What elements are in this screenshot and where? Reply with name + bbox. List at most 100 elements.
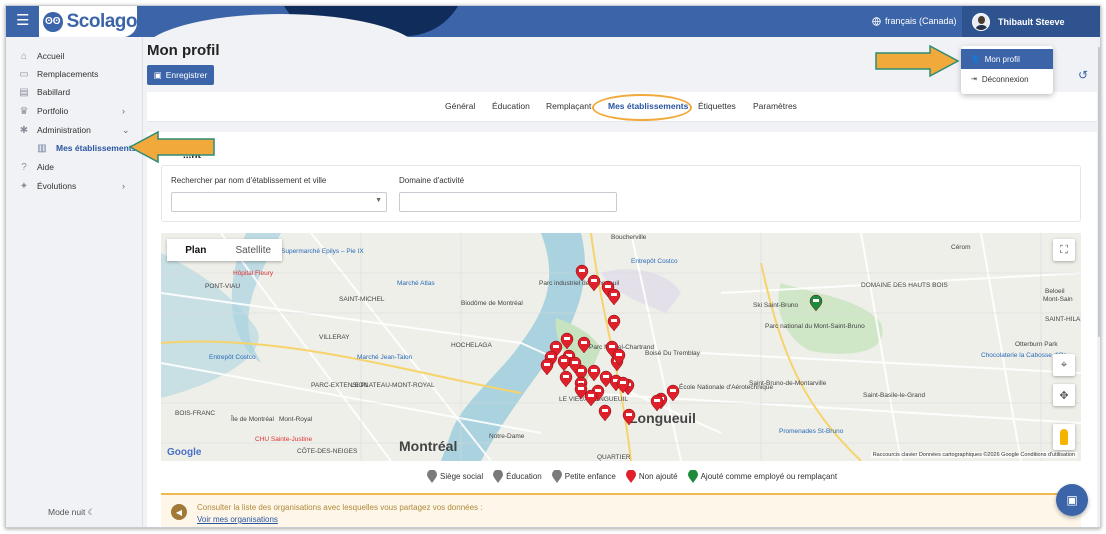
sidebar-item-1[interactable]: ⌂ Accueil [6, 47, 143, 65]
map-pin-red[interactable] [587, 274, 601, 292]
map-pin-icon [625, 470, 636, 483]
map-pin-red[interactable] [540, 358, 554, 376]
language-label: français (Canada) [885, 16, 957, 26]
map-pin-red[interactable] [598, 404, 612, 422]
main-content: ...nt Rechercher par nom d'établissement… [147, 132, 1097, 527]
map-pin-red[interactable] [559, 370, 573, 388]
sidebar-item-8[interactable]: ✦ Évolutions › [6, 177, 143, 195]
tab-3[interactable]: Remplaçant [546, 101, 591, 111]
photo-icon: ▭ [19, 68, 29, 80]
legend-item: Éducation [493, 470, 542, 483]
user-menu-item-1[interactable]: 👤 Mon profil [961, 49, 1053, 69]
user-dropdown: 👤 Mon profil ⇥ Déconnexion [961, 46, 1053, 94]
map-pin-icon [551, 470, 562, 483]
menu-icon[interactable]: ☰ [16, 13, 32, 29]
map[interactable]: Boucherville Entrepôt Costco Supermarché E… [161, 233, 1081, 461]
map-attribution[interactable]: Raccourcis clavier Données cartographiqu… [870, 452, 1077, 458]
pan-control-icon[interactable]: ✥ [1053, 384, 1075, 406]
search-label: Rechercher par nom d'établissement et vi… [171, 176, 327, 185]
map-pin-green[interactable] [809, 294, 823, 312]
sidebar-item-label: Remplacements [37, 69, 99, 79]
logo[interactable]: ʘʘ Scolago [39, 6, 138, 37]
sidebar-item-4[interactable]: ♛ Portfolio › [6, 102, 143, 120]
sidebar-item-6[interactable]: ▥ Mes établissements [6, 139, 143, 157]
street-view-icon[interactable] [1053, 424, 1075, 450]
profile-tabs: Général Éducation Remplaçant Mes établissem… [147, 92, 1097, 122]
sidebar-item-label: Évolutions [37, 181, 77, 191]
map-pin-red[interactable] [557, 354, 571, 372]
user-name: Thibault Steeve [998, 16, 1065, 27]
user-menu-toggle[interactable]: Thibault Steeve [962, 6, 1100, 37]
tab-4[interactable]: Mes établissements [608, 101, 688, 111]
sidebar: Mode nuit ☾ ⌂ Accueil ▭ Remplacements ▤ Babil… [6, 37, 143, 527]
legend-item: Siège social [427, 470, 483, 483]
chevron-icon: › [122, 181, 125, 191]
night-mode-toggle[interactable]: Mode nuit ☾ [48, 507, 95, 518]
school-icon: ▥ [37, 142, 47, 154]
sidebar-item-label: Accueil [37, 51, 65, 61]
sidebar-item-label: Portfolio [37, 106, 69, 116]
filter-card: Rechercher par nom d'établissement et vi… [161, 165, 1081, 222]
tab-2[interactable]: Éducation [492, 101, 530, 111]
legend-label: Non ajouté [638, 472, 678, 481]
map-pin-red[interactable] [584, 389, 598, 407]
user-menu-item-2[interactable]: ⇥ Déconnexion [961, 69, 1053, 89]
page-scrollbar[interactable] [1097, 37, 1100, 527]
megaphone-icon: ◀ [171, 504, 187, 520]
map-pin-red[interactable] [607, 288, 621, 306]
search-select[interactable]: ▼ [171, 192, 387, 212]
domain-label: Domaine d'activité [399, 176, 465, 185]
map-pin-red[interactable] [607, 314, 621, 332]
moon-icon: ☾ [87, 507, 96, 517]
google-logo: Google [167, 447, 202, 458]
legend-label: Siège social [440, 472, 484, 481]
map-tab-plan[interactable]: Plan [167, 239, 225, 261]
locate-icon[interactable]: ⌖ [1053, 354, 1075, 376]
home-icon: ⌂ [20, 50, 28, 62]
person-icon: 👤 [971, 56, 980, 63]
info-notice: ◀ Consulter la liste des organisations a… [161, 493, 1081, 527]
notice-text: Consulter la liste des organisations ave… [197, 503, 483, 512]
caret-down-icon: ▼ [375, 197, 382, 204]
map-pin-red[interactable] [560, 332, 574, 350]
map-legend: Siège social Éducation Petite enfance Non a… [427, 470, 837, 483]
gear-icon: ✱ [19, 124, 29, 136]
tab-6[interactable]: Paramètres [753, 101, 797, 111]
sidebar-item-3[interactable]: ▤ Babillard [6, 83, 143, 101]
sidebar-item-label: Aide [37, 162, 55, 172]
map-pin-red[interactable] [622, 408, 636, 426]
globe-icon [872, 16, 881, 26]
scrollbar-thumb[interactable] [1098, 47, 1100, 337]
save-fab-button[interactable]: ▣ [1056, 484, 1088, 516]
save-button[interactable]: ▣ Enregistrer [147, 65, 214, 85]
legend-item: Ajouté comme employé ou remplaçant [687, 470, 837, 483]
fullscreen-icon[interactable]: ⛶ [1053, 239, 1075, 261]
sidebar-item-5[interactable]: ✱ Administration ⌄ [6, 121, 143, 139]
domain-input[interactable] [399, 192, 617, 212]
map-pin-icon [427, 470, 437, 483]
app-window: ☰ ʘʘ Scolago français (Canada) Thibault … [5, 5, 1101, 528]
map-pin-red[interactable] [575, 264, 589, 282]
trophy-icon: ♛ [19, 105, 29, 117]
save-label: Enregistrer [165, 70, 208, 80]
map-pin-red[interactable] [666, 384, 680, 402]
map-pin-red[interactable] [587, 364, 601, 382]
sidebar-item-7[interactable]: ? Aide [6, 158, 143, 176]
bulb-icon: ✦ [19, 180, 29, 192]
tab-5[interactable]: Étiquettes [698, 101, 736, 111]
map-pin-icon [687, 470, 698, 483]
legend-label: Petite enfance [564, 472, 616, 481]
map-tab-satellite[interactable]: Satellite [225, 239, 283, 261]
view-organisations-link[interactable]: Voir mes organisations [197, 515, 278, 524]
legend-label: Éducation [506, 472, 542, 481]
sidebar-item-2[interactable]: ▭ Remplacements [6, 65, 143, 83]
history-icon[interactable]: ↺ [1078, 68, 1088, 82]
tab-1[interactable]: Général [445, 101, 475, 111]
map-pin-red[interactable] [577, 336, 591, 354]
map-pins [540, 264, 823, 426]
sidebar-item-label: Babillard [37, 87, 71, 97]
language-selector[interactable]: français (Canada) [872, 16, 957, 26]
user-menu-label: Déconnexion [981, 74, 1029, 84]
map-pin-icon [493, 470, 504, 483]
logout-icon: ⇥ [971, 76, 977, 83]
